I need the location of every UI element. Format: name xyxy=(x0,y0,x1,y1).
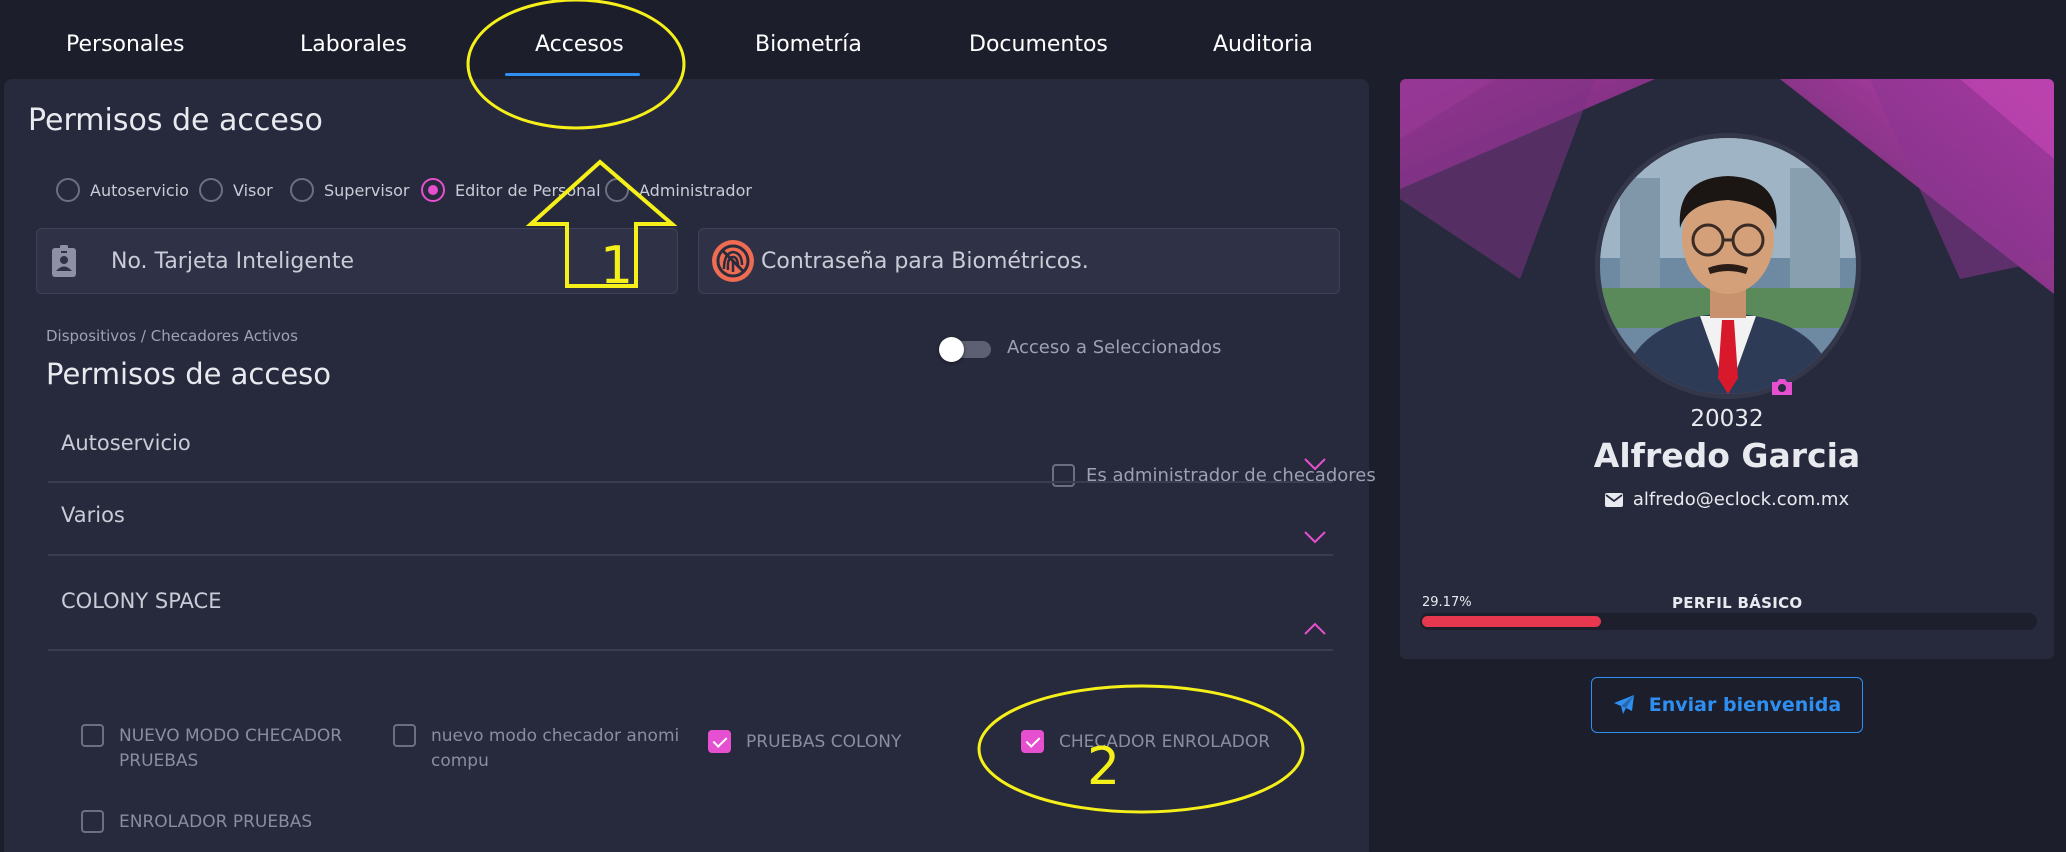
profile-progress-percent: 29.17% xyxy=(1422,595,1472,610)
tab-auditoria[interactable]: Auditoria xyxy=(1213,32,1313,57)
employee-name: Alfredo Garcia xyxy=(1593,436,1861,475)
no-fingerprint-icon xyxy=(712,240,754,282)
id-badge-icon xyxy=(52,245,76,277)
accordion-colony-space[interactable]: COLONY SPACE xyxy=(48,556,1333,651)
colony-item-label: PRUEBAS COLONY xyxy=(746,732,902,752)
role-radio-autoservicio[interactable]: Autoservicio xyxy=(56,178,189,202)
role-label: Autoservicio xyxy=(90,180,189,200)
accordion-title: Varios xyxy=(61,503,125,527)
accordion-title: Autoservicio xyxy=(61,431,191,455)
role-radio-supervisor[interactable]: Supervisor xyxy=(290,178,410,202)
colony-item-label: NUEVO MODO CHECADOR PRUEBAS xyxy=(119,726,343,771)
tab-documentos[interactable]: Documentos xyxy=(969,32,1108,57)
tab-laborales[interactable]: Laborales xyxy=(300,32,407,57)
colony-item[interactable]: PRUEBAS COLONY xyxy=(708,730,1008,755)
send-welcome-button[interactable]: Enviar bienvenida xyxy=(1591,677,1863,733)
smartcard-placeholder: No. Tarjeta Inteligente xyxy=(111,248,355,274)
colony-item[interactable]: nuevo modo checador anomi compu xyxy=(393,724,693,774)
checkbox[interactable] xyxy=(81,810,104,833)
chevron-down-icon[interactable] xyxy=(1303,452,1327,476)
camera-icon[interactable] xyxy=(1770,377,1794,397)
checkbox-checked[interactable] xyxy=(1021,730,1044,753)
avatar[interactable] xyxy=(1595,133,1861,399)
tab-bar: Personales Laborales Accesos Biometría D… xyxy=(0,0,1370,78)
breadcrumb: Dispositivos / Checadores Activos xyxy=(46,327,298,345)
biometric-password-placeholder: Contraseña para Biométricos. xyxy=(761,248,1089,274)
colony-item-label: CHECADOR ENROLADOR xyxy=(1059,732,1271,752)
colony-item-label: nuevo modo checador anomi compu xyxy=(431,726,680,771)
colony-item[interactable]: NUEVO MODO CHECADOR PRUEBAS xyxy=(81,724,381,774)
devices-section-title: Permisos de acceso xyxy=(46,357,332,391)
tab-personales[interactable]: Personales xyxy=(66,32,185,57)
profile-card: 20032 Alfredo Garcia alfredo@eclock.com.… xyxy=(1400,79,2054,659)
send-welcome-label: Enviar bienvenida xyxy=(1648,694,1842,716)
employee-id: 20032 xyxy=(1690,406,1764,432)
colony-item-label: ENROLADOR PRUEBAS xyxy=(119,812,313,832)
active-tab-indicator xyxy=(505,73,640,76)
radio-button[interactable] xyxy=(199,178,223,202)
radio-button[interactable] xyxy=(290,178,314,202)
employee-email-row: alfredo@eclock.com.mx xyxy=(1400,489,2054,510)
accordion-varios[interactable]: Varios xyxy=(48,483,1333,556)
access-selected-label: Acceso a Seleccionados xyxy=(1007,337,1222,358)
colony-item[interactable]: ENROLADOR PRUEBAS xyxy=(81,810,381,835)
radio-button[interactable] xyxy=(56,178,80,202)
accordion-autoservicio[interactable]: Autoservicio xyxy=(48,418,1333,483)
tab-biometria[interactable]: Biometría xyxy=(755,32,862,57)
checkbox-checked[interactable] xyxy=(708,730,731,753)
role-radio-administrador[interactable]: Administrador xyxy=(605,178,752,202)
access-selected-toggle[interactable] xyxy=(939,337,993,362)
role-label: Supervisor xyxy=(324,180,410,200)
checkbox[interactable] xyxy=(81,724,104,747)
chevron-down-icon[interactable] xyxy=(1303,525,1327,549)
smartcard-input[interactable]: No. Tarjeta Inteligente xyxy=(36,228,678,294)
radio-button-selected[interactable] xyxy=(421,178,445,202)
envelope-icon xyxy=(1604,492,1623,507)
access-panel: Permisos de acceso Autoservicio Visor Su… xyxy=(4,79,1376,852)
role-label: Visor xyxy=(233,180,273,200)
role-label: Editor de Personal xyxy=(455,180,601,200)
avatar-photo xyxy=(1600,138,1856,394)
tab-accesos[interactable]: Accesos xyxy=(535,32,624,57)
biometric-password-input[interactable]: Contraseña para Biométricos. xyxy=(698,228,1340,294)
profile-progress-bar xyxy=(1420,613,2037,630)
profile-level: PERFIL BÁSICO xyxy=(1672,594,1803,612)
profile-progress-fill xyxy=(1422,616,1601,627)
checkbox[interactable] xyxy=(393,724,416,747)
colony-item[interactable]: CHECADOR ENROLADOR xyxy=(1021,730,1321,755)
role-radio-editor-personal[interactable]: Editor de Personal xyxy=(421,178,601,202)
chevron-up-icon[interactable] xyxy=(1303,617,1327,641)
radio-button[interactable] xyxy=(605,178,629,202)
panel-title: Permisos de acceso xyxy=(28,103,323,138)
paper-plane-icon xyxy=(1613,695,1634,714)
role-radio-visor[interactable]: Visor xyxy=(199,178,273,202)
employee-email: alfredo@eclock.com.mx xyxy=(1632,489,1850,510)
accordion-title: COLONY SPACE xyxy=(61,589,222,613)
role-label: Administrador xyxy=(639,180,752,200)
